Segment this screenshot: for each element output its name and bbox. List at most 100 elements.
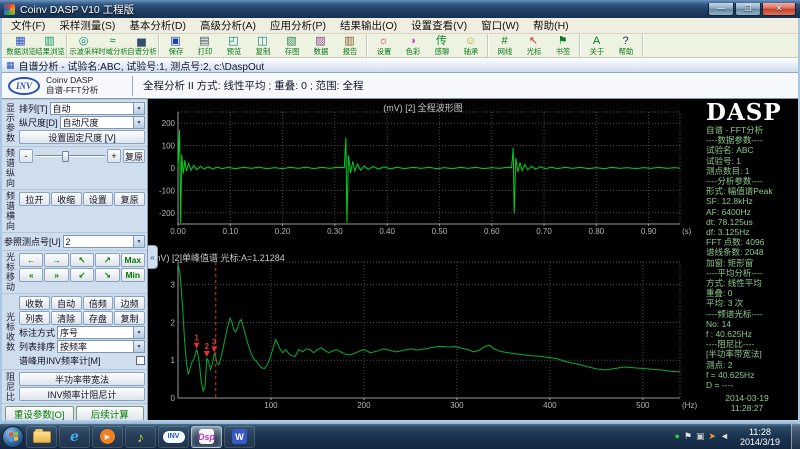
list-sort-select[interactable]: 按频率 ▼ xyxy=(57,340,145,353)
result-browse-button[interactable]: ▥ 结果浏览 xyxy=(35,35,64,56)
taskbar-clock[interactable]: 11:28 2014/3/19 xyxy=(733,427,787,447)
vertical-zoom-out-button[interactable]: - xyxy=(19,149,33,163)
info-line-26: D = ---- xyxy=(706,380,734,391)
chevron-down-icon: ▼ xyxy=(133,341,144,352)
collapse-panel-button[interactable]: « xyxy=(148,245,158,269)
minimize-button[interactable]: — xyxy=(708,2,734,16)
volume-icon[interactable]: ◄ xyxy=(720,432,729,441)
spectrum-vertical-label: 频谱 纵向 xyxy=(5,148,15,188)
inv-app-taskbar-button[interactable]: INV xyxy=(158,425,189,448)
cursor-move-a-button-3[interactable]: ↖ xyxy=(69,253,95,267)
vertical-reset-button[interactable]: 复原 xyxy=(122,149,145,163)
spectrum-h-button-4[interactable]: 复原 xyxy=(114,192,145,206)
menu-item-7[interactable]: 设置查看(V) xyxy=(404,18,474,33)
save-image-button[interactable]: ▧ 存图 xyxy=(277,35,306,56)
bookmark-button[interactable]: ⚑ 书签 xyxy=(548,35,577,56)
cursor-move-b-button-1[interactable]: « xyxy=(19,268,44,282)
cursor-move-a-button-2[interactable]: → xyxy=(44,253,69,267)
spectrum-h-button-3[interactable]: 设置 xyxy=(82,192,114,206)
explorer-taskbar-button[interactable] xyxy=(26,425,57,448)
collect-a-button-3[interactable]: 倍频 xyxy=(82,296,114,310)
internet-explorer-taskbar-button[interactable]: e xyxy=(59,425,90,448)
ref-point-select[interactable]: 2 ▼ xyxy=(62,235,145,248)
bearing-button[interactable]: ☺ 轴承 xyxy=(456,35,485,56)
spectrum-h-button-2[interactable]: 收缩 xyxy=(50,192,82,206)
annotation-mode-select[interactable]: 序号 ▼ xyxy=(57,326,145,339)
dasp-app-taskbar-button[interactable]: Dsp xyxy=(191,425,222,448)
cursor-move-b-button-5[interactable]: Min xyxy=(120,268,145,282)
cursor-move-b-button-2[interactable]: » xyxy=(44,268,69,282)
colors-button[interactable]: ◑ 色彩 xyxy=(398,35,427,56)
print-button[interactable]: ▤ 打印 xyxy=(190,35,219,56)
about-button[interactable]: A 关于 xyxy=(582,35,611,56)
vertical-zoom-slider[interactable] xyxy=(35,150,105,162)
menu-item-8[interactable]: 窗口(W) xyxy=(474,18,526,33)
time-domain-analysis-button[interactable]: ≈ 时域分析 xyxy=(98,35,127,56)
grid-lines-icon: # xyxy=(501,35,508,47)
action-button-1[interactable]: 重设参数[O] xyxy=(5,406,74,420)
cursor-move-b-button-4[interactable]: ↘ xyxy=(95,268,120,282)
word-app-taskbar-button[interactable]: W xyxy=(224,425,255,448)
set-fixed-scale-button[interactable]: 设置固定尺度 [V] xyxy=(19,130,145,144)
maximize-button[interactable]: ❐ xyxy=(735,2,761,16)
music-app-taskbar-button[interactable]: ♪ xyxy=(125,425,156,448)
cursor-move-b-button-3[interactable]: ↙ xyxy=(69,268,95,282)
menu-item-5[interactable]: 应用分析(P) xyxy=(263,18,333,33)
arrange-select[interactable]: 自动 ▼ xyxy=(49,102,145,115)
start-button[interactable] xyxy=(2,425,24,448)
data-export-button[interactable]: ▨ 数据 xyxy=(306,35,335,56)
spectrum-h-button-1[interactable]: 拉开 xyxy=(19,192,50,206)
cursor-move-a-button-5[interactable]: Max xyxy=(120,253,145,267)
report-button[interactable]: ▥ 报告 xyxy=(335,35,364,56)
menu-item-4[interactable]: 高级分析(A) xyxy=(193,18,263,33)
data-browse-icon: ▦ xyxy=(15,35,26,47)
help-button[interactable]: ? 帮助 xyxy=(611,35,640,56)
info-line-15: ----平均分析---- xyxy=(706,267,763,278)
document-caption-bar[interactable]: ▦ 自谱分析 - 试验名:ABC, 试验号:1, 测点号:2, c:\DaspO… xyxy=(2,58,798,73)
vertical-zoom-in-button[interactable]: + xyxy=(106,149,121,163)
collect-a-button-4[interactable]: 边频 xyxy=(114,296,145,310)
damping-button-1[interactable]: 半功率带宽法 xyxy=(19,372,145,386)
media-player-taskbar-button[interactable]: ▶ xyxy=(92,425,123,448)
auto-spectrum-analysis-button[interactable]: ▅ 自谱分析 xyxy=(127,35,156,56)
collect-b-button-1[interactable]: 列表 xyxy=(19,311,50,325)
copy-button[interactable]: ◫ 复制 xyxy=(248,35,277,56)
info-line-8: SF: 12.8kHz xyxy=(706,196,753,207)
collect-b-button-4[interactable]: 复制 xyxy=(114,311,145,325)
oscilloscope-sampling-icon: ◎ xyxy=(78,35,89,47)
vscale-select[interactable]: 自动尺度 ▼ xyxy=(59,116,145,129)
menu-item-1[interactable]: 文件(F) xyxy=(4,18,52,33)
collect-b-button-3[interactable]: 存盘 xyxy=(82,311,114,325)
close-button[interactable]: ✕ xyxy=(762,2,796,16)
windows-flag-icon xyxy=(8,431,18,442)
slider-handle[interactable] xyxy=(61,150,69,162)
damping-button-2[interactable]: INV频率计阻尼计 xyxy=(19,387,145,401)
cursor-move-a-button-1[interactable]: ← xyxy=(19,253,44,267)
menu-item-9[interactable]: 帮助(H) xyxy=(526,18,576,33)
preview-button[interactable]: ◰ 预览 xyxy=(219,35,248,56)
grid-lines-button[interactable]: # 网线 xyxy=(490,35,519,56)
save-button[interactable]: ▣ 保存 xyxy=(161,35,190,56)
data-browse-button[interactable]: ▦ 数据浏览 xyxy=(6,35,35,56)
show-desktop-button[interactable] xyxy=(791,424,800,449)
spectrum-chart[interactable]: 100 200 300 400 5000123(Hz)123 xyxy=(148,249,698,420)
info-line-25: f = 40.625Hz xyxy=(706,369,755,380)
waveform-chart[interactable]: 0.00 0.10 0.20 0.30 0.40 0.50 0.60 0.70 0.80 0.90… xyxy=(148,99,698,249)
menu-item-3[interactable]: 基本分析(D) xyxy=(122,18,193,33)
pointer-icon[interactable]: ➤ xyxy=(708,432,716,441)
menu-item-2[interactable]: 采样测量(S) xyxy=(52,18,122,33)
cursor-tool-button[interactable]: ↖ 光标 xyxy=(519,35,548,56)
transfer-button[interactable]: 传感聊 xyxy=(427,35,456,56)
clipboard-icon[interactable]: ▣ xyxy=(696,432,705,441)
settings-button[interactable]: ☼ 设置 xyxy=(369,35,398,56)
collect-b-button-2[interactable]: 清除 xyxy=(50,311,82,325)
collect-a-button-2[interactable]: 自动 xyxy=(50,296,82,310)
menu-item-6[interactable]: 结果输出(O) xyxy=(333,18,404,33)
oscilloscope-sampling-button[interactable]: ◎ 示波采样 xyxy=(69,35,98,56)
flag-icon[interactable]: ⚑ xyxy=(684,432,692,441)
status-green-icon[interactable]: ● xyxy=(674,432,679,441)
action-button-2[interactable]: 后续计算 xyxy=(75,406,144,420)
cursor-move-a-button-4[interactable]: ↗ xyxy=(95,253,120,267)
inv-freq-meter-checkbox[interactable] xyxy=(136,356,145,365)
collect-a-button-1[interactable]: 收数 xyxy=(19,296,50,310)
